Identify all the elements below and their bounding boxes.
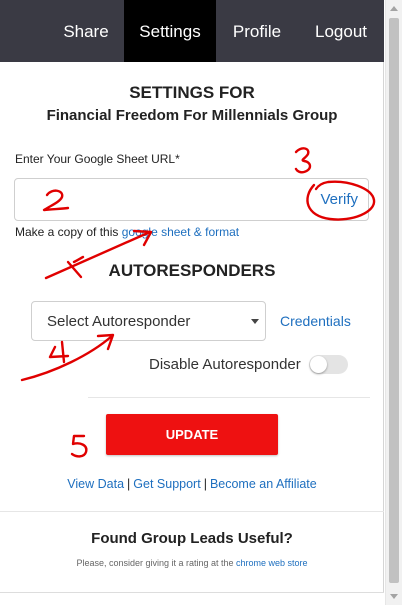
rating-text: Please, consider giving it a rating at t… [0, 558, 384, 568]
disable-autoresponder-label: Disable Autoresponder [149, 356, 301, 373]
nav-profile[interactable]: Profile [216, 0, 298, 62]
top-nav: Share Settings Profile Logout [0, 0, 384, 62]
chevron-down-icon [251, 319, 259, 324]
credentials-link[interactable]: Credentials [280, 313, 351, 329]
group-name: Financial Freedom For Millennials Group [46, 107, 338, 124]
get-support-link[interactable]: Get Support [133, 477, 200, 491]
sheet-url-input[interactable]: Verify [14, 178, 369, 221]
sheet-url-label: Enter Your Google Sheet URL* [15, 152, 180, 166]
google-sheet-link[interactable]: google sheet & format [122, 225, 239, 239]
footer-links: View Data | Get Support | Become an Affiliat… [0, 477, 384, 491]
chrome-web-store-link[interactable]: chrome web store [236, 558, 308, 568]
toggle-knob [310, 356, 327, 373]
nav-settings[interactable]: Settings [124, 0, 216, 62]
link-separator: | [203, 477, 207, 491]
autoresponders-title: AUTORESPONDERS [108, 261, 276, 280]
nav-logout[interactable]: Logout [298, 0, 384, 62]
bottom-strip [0, 592, 384, 606]
scroll-down-arrow-icon[interactable] [390, 594, 398, 599]
divider [0, 511, 384, 512]
scroll-thumb[interactable] [389, 18, 399, 583]
scroll-up-arrow-icon[interactable] [390, 6, 398, 11]
extension-popup: Share Settings Profile Logout SETTINGS F… [0, 0, 384, 606]
link-separator: | [127, 477, 131, 491]
divider [88, 397, 370, 398]
settings-title: SETTINGS FOR [129, 83, 255, 102]
become-affiliate-link[interactable]: Become an Affiliate [210, 477, 317, 491]
disable-autoresponder-toggle[interactable] [309, 355, 348, 374]
view-data-link[interactable]: View Data [67, 477, 124, 491]
nav-share[interactable]: Share [45, 0, 127, 62]
found-leads-title: Found Group Leads Useful? [91, 530, 293, 547]
verify-link[interactable]: Verify [320, 191, 358, 208]
copy-sheet-prefix: Make a copy of this [15, 225, 122, 239]
autoresponder-select-value: Select Autoresponder [47, 313, 191, 330]
rating-prefix: Please, consider giving it a rating at t… [76, 558, 237, 568]
autoresponder-select[interactable]: Select Autoresponder [31, 301, 266, 341]
copy-sheet-text: Make a copy of this google sheet & forma… [15, 225, 239, 239]
scrollbar[interactable] [385, 0, 402, 605]
update-button[interactable]: UPDATE [106, 414, 278, 455]
